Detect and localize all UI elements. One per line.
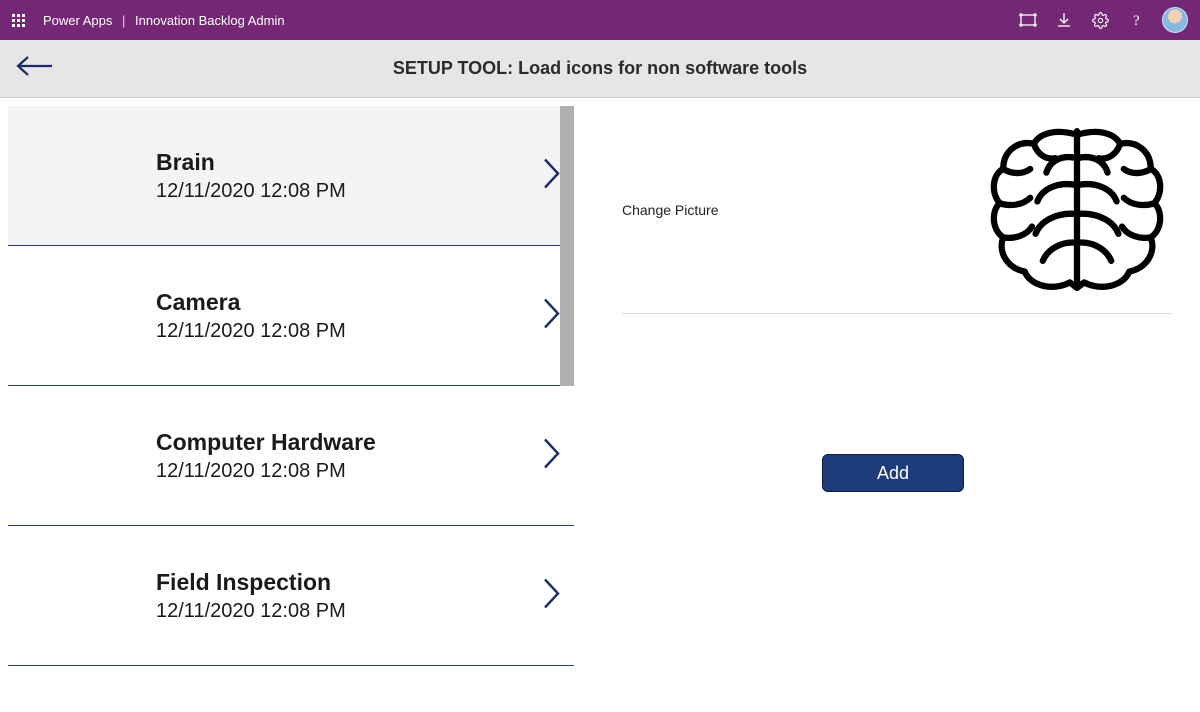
- brain-icon: [987, 122, 1167, 297]
- list-item-date: 12/11/2020 12:08 PM: [156, 180, 346, 203]
- tool-icon-preview[interactable]: [982, 120, 1172, 300]
- fit-screen-icon[interactable]: [1010, 0, 1046, 40]
- change-picture-row: Change Picture: [622, 114, 1172, 314]
- add-button[interactable]: Add: [822, 454, 964, 492]
- list-item[interactable]: Brain 12/11/2020 12:08 PM: [8, 106, 574, 246]
- list-item-date: 12/11/2020 12:08 PM: [156, 320, 346, 343]
- list-item[interactable]: Camera 12/11/2020 12:08 PM: [8, 246, 574, 386]
- sub-header: SETUP TOOL: Load icons for non software …: [0, 40, 1200, 98]
- change-picture-label: Change Picture: [622, 202, 719, 218]
- app-name: Innovation Backlog Admin: [135, 13, 285, 28]
- list-item-title: Field Inspection: [156, 569, 346, 596]
- gear-icon[interactable]: [1082, 0, 1118, 40]
- detail-pane: Change Picture: [574, 98, 1200, 712]
- list-item-date: 12/11/2020 12:08 PM: [156, 600, 346, 623]
- help-icon[interactable]: ?: [1118, 0, 1154, 40]
- list-item-title: Camera: [156, 289, 346, 316]
- scrollbar[interactable]: [560, 106, 574, 386]
- top-bar: Power Apps | Innovation Backlog Admin ?: [0, 0, 1200, 40]
- product-name: Power Apps: [43, 13, 112, 28]
- list-item-date: 12/11/2020 12:08 PM: [156, 460, 376, 483]
- list-item-title: Brain: [156, 149, 346, 176]
- chevron-right-icon: [542, 296, 562, 335]
- list-item-title: Computer Hardware: [156, 429, 376, 456]
- chevron-right-icon: [542, 156, 562, 195]
- chevron-right-icon: [542, 576, 562, 615]
- back-arrow-icon[interactable]: [14, 54, 54, 83]
- app-launcher-icon[interactable]: [12, 14, 25, 27]
- chevron-right-icon: [542, 436, 562, 475]
- top-bar-title: Power Apps | Innovation Backlog Admin: [43, 13, 285, 28]
- avatar[interactable]: [1162, 7, 1188, 33]
- page-title: SETUP TOOL: Load icons for non software …: [0, 58, 1200, 79]
- svg-text:?: ?: [1133, 13, 1140, 28]
- list-item[interactable]: Field Inspection 12/11/2020 12:08 PM: [8, 526, 574, 666]
- list-pane: Brain 12/11/2020 12:08 PM Camera 12/11/2020…: [0, 98, 574, 712]
- list-item[interactable]: Computer Hardware 12/11/2020 12:08 PM: [8, 386, 574, 526]
- download-icon[interactable]: [1046, 0, 1082, 40]
- content-area: Brain 12/11/2020 12:08 PM Camera 12/11/2020…: [0, 98, 1200, 712]
